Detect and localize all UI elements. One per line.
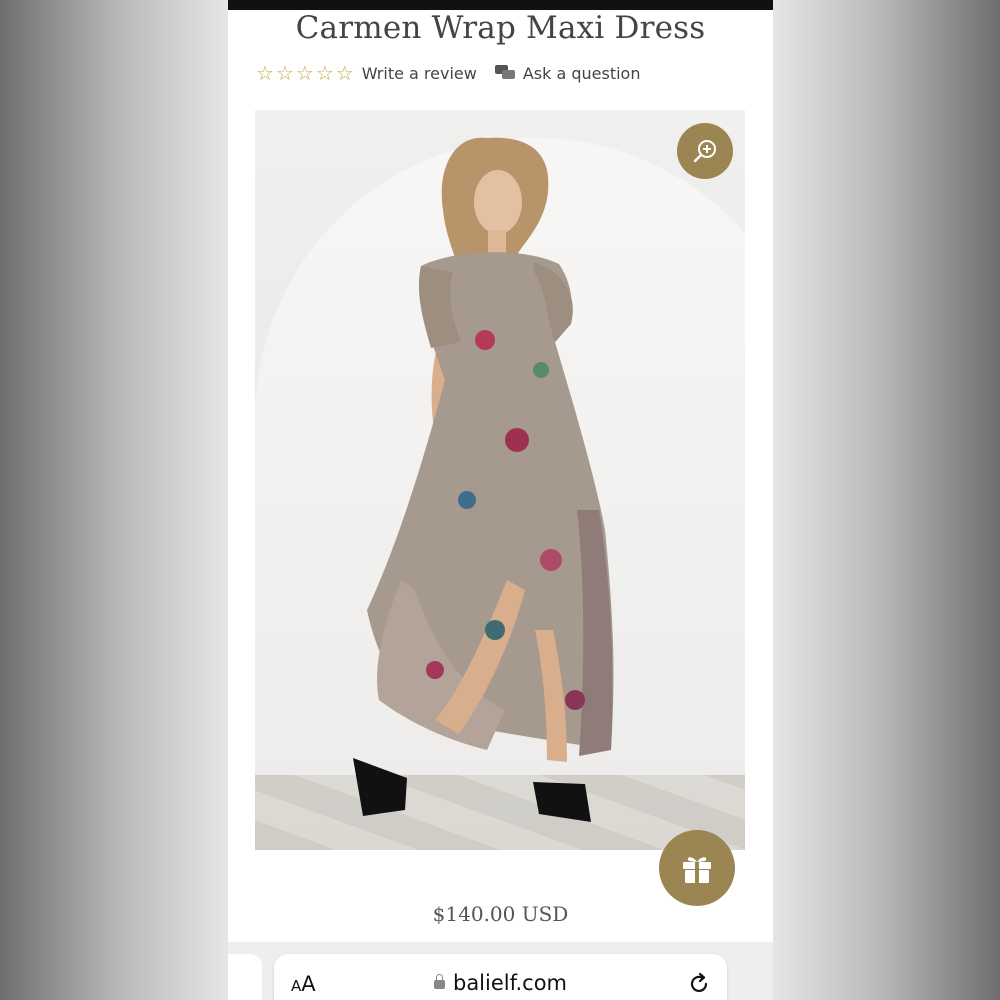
star-icon: ☆: [335, 61, 354, 85]
url-display[interactable]: balielf.com: [274, 971, 727, 995]
ask-question-link[interactable]: Ask a question: [494, 63, 641, 83]
gift-button[interactable]: [659, 830, 735, 906]
previous-tab-peek[interactable]: [228, 954, 262, 1000]
product-price: $140.00 USD: [432, 902, 569, 926]
status-bar: [228, 0, 773, 10]
star-icon: ☆: [315, 61, 334, 85]
star-icon: ☆: [256, 61, 274, 85]
star-icon: ☆: [275, 61, 294, 85]
write-review-link[interactable]: Write a review: [362, 64, 477, 83]
phone-screen: Carmen Wrap Maxi Dress ☆ ☆ ☆ ☆ ☆ Write a…: [228, 0, 773, 1000]
rating-row: ☆ ☆ ☆ ☆ ☆ Write a review Ask a question: [256, 60, 640, 86]
model-figure: [353, 137, 614, 822]
gift-icon: [683, 857, 711, 883]
product-title: Carmen Wrap Maxi Dress: [295, 10, 706, 46]
chat-bubbles-icon: [494, 65, 515, 81]
url-text: balielf.com: [452, 971, 567, 995]
ask-question-label: Ask a question: [522, 63, 641, 83]
reload-icon[interactable]: [687, 972, 711, 996]
zoom-button[interactable]: [677, 123, 733, 179]
star-rating[interactable]: ☆ ☆ ☆ ☆ ☆: [256, 63, 354, 83]
lock-icon: [433, 974, 445, 989]
star-icon: ☆: [295, 61, 314, 85]
zoom-in-icon: [693, 140, 716, 163]
product-image[interactable]: [255, 110, 745, 850]
address-bar[interactable]: AA balielf.com: [274, 954, 727, 1000]
